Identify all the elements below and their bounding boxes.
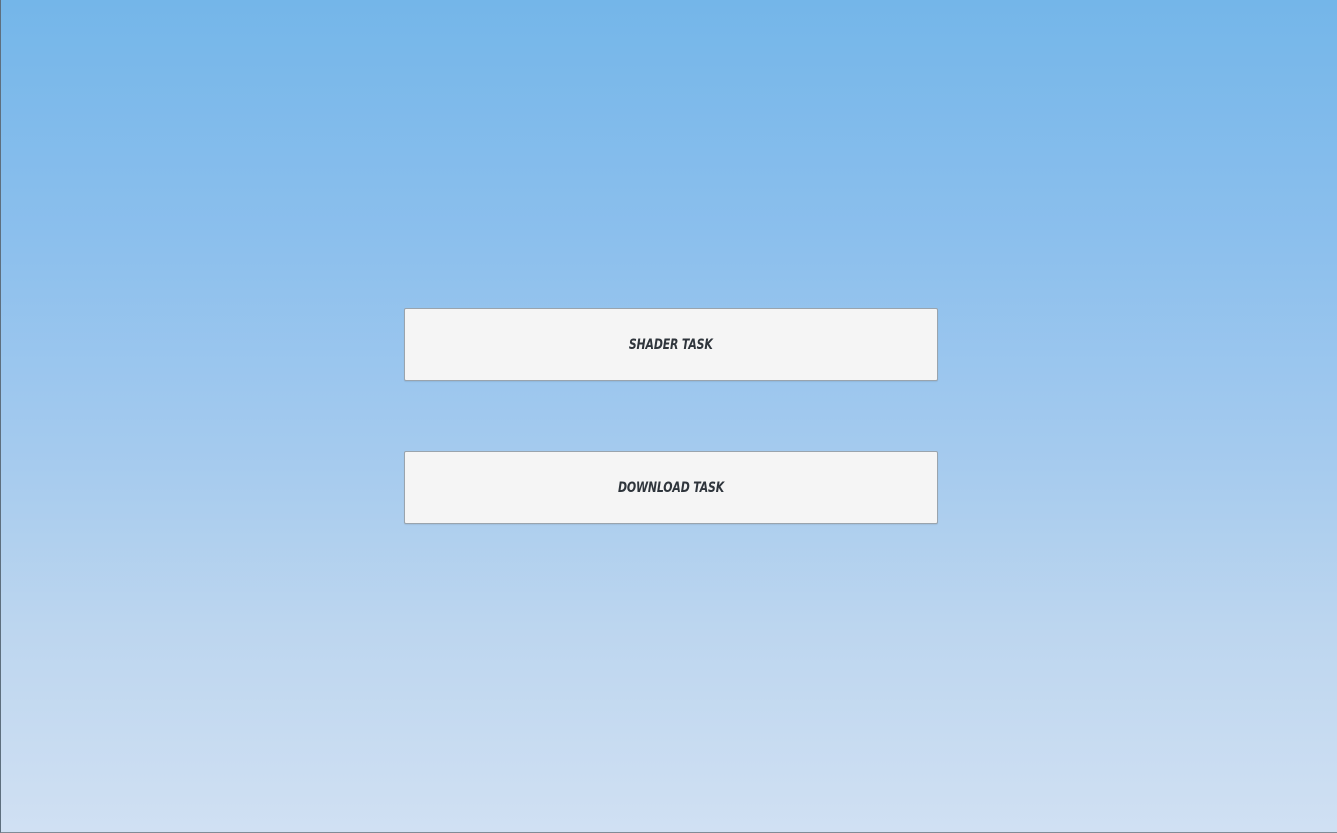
download-task-button[interactable]: DOWNLOAD TASK <box>404 451 938 524</box>
download-task-label: DOWNLOAD TASK <box>617 479 725 496</box>
shader-task-button[interactable]: SHADER TASK <box>404 308 938 381</box>
app-window: SHADER TASK DOWNLOAD TASK <box>0 0 1337 833</box>
shader-task-label: SHADER TASK <box>629 336 713 353</box>
